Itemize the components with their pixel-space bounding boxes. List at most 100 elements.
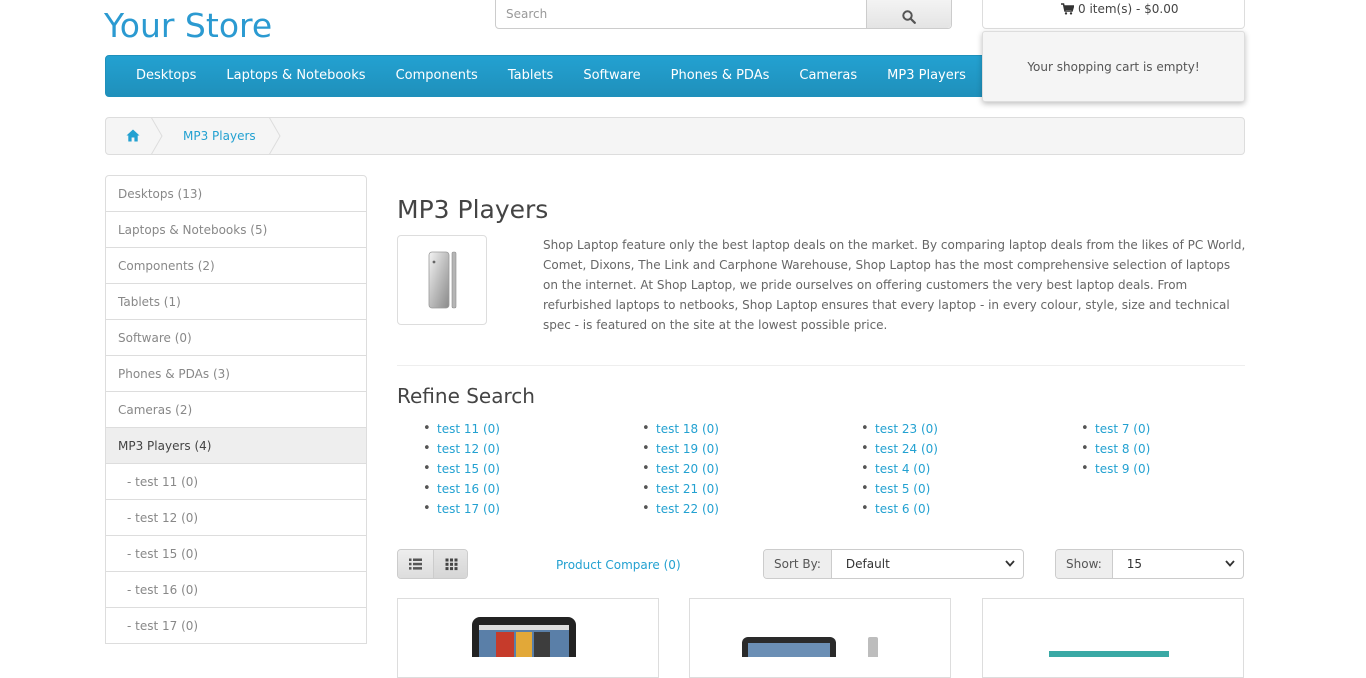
menu-item-desktops[interactable]: Desktops [121, 56, 211, 96]
cart-empty-message: Your shopping cart is empty! [1027, 60, 1200, 74]
sidebar-subitem-test-11[interactable]: - test 11 (0) [105, 463, 367, 500]
product-image [1049, 651, 1169, 661]
refine-link-text[interactable]: test 19 (0) [656, 442, 719, 456]
refine-link[interactable]: test 11 (0) [437, 419, 500, 439]
product-card[interactable] [397, 598, 659, 678]
search-icon [902, 10, 916, 24]
refine-link-text[interactable]: test 6 (0) [875, 502, 930, 516]
shopping-cart-icon [1061, 3, 1074, 15]
sort-label: Sort By: [764, 550, 832, 578]
sort-select[interactable]: Default [832, 550, 1023, 578]
refine-link[interactable]: test 21 (0) [656, 479, 719, 499]
refine-link[interactable]: test 20 (0) [656, 459, 719, 479]
refine-link[interactable]: test 24 (0) [875, 439, 938, 459]
menu-item-phones[interactable]: Phones & PDAs [656, 56, 785, 96]
refine-link[interactable]: test 4 (0) [875, 459, 938, 479]
refine-link-text[interactable]: test 7 (0) [1095, 422, 1150, 436]
breadcrumb-separator [151, 117, 163, 155]
refine-link-text[interactable]: test 12 (0) [437, 442, 500, 456]
sidebar-item-tablets[interactable]: Tablets (1) [105, 283, 367, 320]
sidebar-item-software[interactable]: Software (0) [105, 319, 367, 356]
sidebar-item-components[interactable]: Components (2) [105, 247, 367, 284]
refine-link-text[interactable]: test 8 (0) [1095, 442, 1150, 456]
refine-link-text[interactable]: test 16 (0) [437, 482, 500, 496]
refine-link-text[interactable]: test 23 (0) [875, 422, 938, 436]
category-sidebar: Desktops (13) Laptops & Notebooks (5) Co… [105, 175, 367, 644]
refine-link[interactable]: test 12 (0) [437, 439, 500, 459]
sidebar-item-phones[interactable]: Phones & PDAs (3) [105, 355, 367, 392]
category-image [397, 235, 487, 325]
sidebar-subitem-test-16[interactable]: - test 16 (0) [105, 571, 367, 608]
sort-control: Sort By: Default [763, 549, 1024, 579]
list-view-button[interactable] [398, 550, 433, 578]
store-logo[interactable]: Your Store [104, 6, 272, 45]
search-button[interactable] [866, 0, 951, 28]
category-description: Shop Laptop feature only the best laptop… [543, 238, 1246, 332]
menu-item-tablets[interactable]: Tablets [493, 56, 569, 96]
refine-link-text[interactable]: test 22 (0) [656, 502, 719, 516]
sort-value: Default [845, 557, 890, 571]
menu-item-components[interactable]: Components [381, 56, 493, 96]
chevron-down-icon [1005, 560, 1015, 567]
home-icon[interactable] [126, 129, 140, 142]
refine-link-text[interactable]: test 20 (0) [656, 462, 719, 476]
refine-link-text[interactable]: test 15 (0) [437, 462, 500, 476]
search-input[interactable] [496, 0, 867, 28]
menu-item-cameras[interactable]: Cameras [784, 56, 872, 96]
menu-item-software[interactable]: Software [568, 56, 655, 96]
refine-link[interactable]: test 22 (0) [656, 499, 719, 519]
mp3-player-image [428, 251, 457, 309]
refine-link[interactable]: test 8 (0) [1095, 439, 1150, 459]
breadcrumb-current[interactable]: MP3 Players [183, 129, 256, 143]
refine-link[interactable]: test 17 (0) [437, 499, 500, 519]
product-image [742, 637, 878, 667]
product-card[interactable] [982, 598, 1244, 678]
page-title: MP3 Players [397, 195, 549, 224]
chevron-down-icon [1225, 560, 1235, 567]
show-select[interactable]: 15 [1113, 550, 1243, 578]
cart-button[interactable]: 0 item(s) - $0.00 [982, 0, 1245, 29]
search-box [495, 0, 952, 29]
refine-link[interactable]: test 23 (0) [875, 419, 938, 439]
product-image [472, 617, 576, 667]
show-value: 15 [1126, 557, 1143, 571]
refine-link-text[interactable]: test 9 (0) [1095, 462, 1150, 476]
view-toggle [397, 549, 468, 579]
menu-item-mp3-players[interactable]: MP3 Players [872, 56, 981, 96]
show-label: Show: [1056, 550, 1113, 578]
refine-link-text[interactable]: test 5 (0) [875, 482, 930, 496]
refine-link[interactable]: test 6 (0) [875, 499, 938, 519]
refine-link[interactable]: test 16 (0) [437, 479, 500, 499]
refine-link[interactable]: test 5 (0) [875, 479, 938, 499]
sidebar-subitem-test-12[interactable]: - test 12 (0) [105, 499, 367, 536]
product-card[interactable] [689, 598, 951, 678]
product-compare-link[interactable]: Product Compare (0) [556, 558, 681, 572]
refine-link[interactable]: test 9 (0) [1095, 459, 1150, 479]
show-control: Show: 15 [1055, 549, 1244, 579]
sidebar-item-cameras[interactable]: Cameras (2) [105, 391, 367, 428]
divider [397, 365, 1245, 366]
grid-view-button[interactable] [433, 550, 467, 578]
refine-link-text[interactable]: test 21 (0) [656, 482, 719, 496]
list-icon [409, 558, 422, 570]
menu-item-laptops[interactable]: Laptops & Notebooks [211, 56, 380, 96]
sidebar-item-desktops[interactable]: Desktops (13) [105, 175, 367, 212]
refine-search-title: Refine Search [397, 384, 535, 408]
refine-link[interactable]: test 15 (0) [437, 459, 500, 479]
refine-link-text[interactable]: test 4 (0) [875, 462, 930, 476]
breadcrumb-separator [269, 117, 281, 155]
refine-link-text[interactable]: test 18 (0) [656, 422, 719, 436]
cart-dropdown: Your shopping cart is empty! [982, 31, 1245, 102]
sidebar-subitem-test-17[interactable]: - test 17 (0) [105, 607, 367, 644]
refine-link[interactable]: test 7 (0) [1095, 419, 1150, 439]
sidebar-item-laptops[interactable]: Laptops & Notebooks (5) [105, 211, 367, 248]
cart-total: 0 item(s) - $0.00 [1078, 2, 1179, 16]
refine-link-text[interactable]: test 11 (0) [437, 422, 500, 436]
refine-link-text[interactable]: test 24 (0) [875, 442, 938, 456]
refine-link[interactable]: test 19 (0) [656, 439, 719, 459]
grid-icon [445, 558, 458, 571]
sidebar-item-mp3-players[interactable]: MP3 Players (4) [105, 427, 367, 464]
refine-link[interactable]: test 18 (0) [656, 419, 719, 439]
refine-link-text[interactable]: test 17 (0) [437, 502, 500, 516]
sidebar-subitem-test-15[interactable]: - test 15 (0) [105, 535, 367, 572]
